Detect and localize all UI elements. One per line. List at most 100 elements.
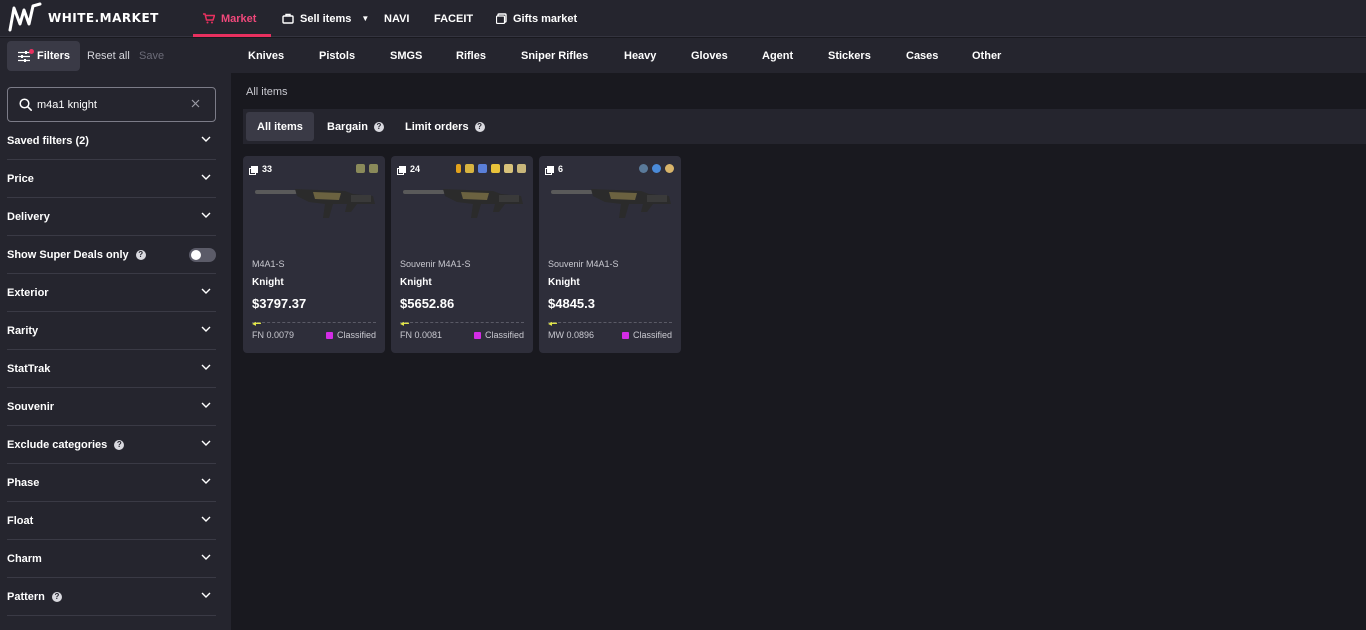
item-wear: MW 0.0896 (548, 330, 595, 340)
tab-bargain[interactable]: Bargain ? (327, 112, 384, 141)
reset-all-link[interactable]: Reset all (87, 50, 130, 62)
help-icon[interactable]: ? (373, 121, 384, 132)
filter-exterior[interactable]: Exterior (7, 274, 216, 312)
item-model: Souvenir M4A1-S (400, 259, 471, 269)
filter-phase[interactable]: Phase (7, 464, 216, 502)
listing-tabs: All items Bargain ? Limit orders ? (243, 109, 1366, 144)
filter-exclude-categories[interactable]: Exclude categories ? (7, 426, 216, 464)
nav-navi-label: NAVI (384, 12, 410, 25)
search-input[interactable] (37, 96, 187, 114)
item-price: $3797.37 (252, 296, 307, 311)
sticker-icon (504, 164, 513, 173)
category-sniper-rifles[interactable]: Sniper Rifles (521, 50, 588, 62)
filter-label: StatTrak (7, 362, 51, 375)
filter-stattrak[interactable]: StatTrak (7, 350, 216, 388)
category-stickers[interactable]: Stickers (828, 50, 871, 62)
category-rifles[interactable]: Rifles (456, 50, 486, 62)
stack-icon (547, 165, 554, 173)
category-bar: Knives Pistols SMGS Rifles Sniper Rifles… (231, 38, 1366, 73)
filter-label: Exterior (7, 286, 49, 299)
item-rarity: Classified (325, 330, 376, 340)
category-gloves[interactable]: Gloves (691, 50, 728, 62)
filter-label: Show Super Deals only (7, 248, 129, 261)
filter-label: Rarity (7, 324, 39, 337)
item-rarity: Classified (621, 330, 672, 340)
item-rarity-label: Classified (484, 330, 524, 340)
filter-souvenir[interactable]: Souvenir (7, 388, 216, 426)
item-card[interactable]: 33 M4A1-S Knight $3797.37 ◂━ FN 0.0079 C… (243, 156, 385, 353)
cart-icon (203, 13, 215, 24)
filter-saved-filters[interactable]: Saved filters (2) (7, 122, 216, 160)
chevron-down-icon (201, 478, 211, 484)
category-other[interactable]: Other (972, 50, 1001, 62)
filter-super-deals: Show Super Deals only ? (7, 236, 216, 274)
clear-search-icon[interactable] (191, 99, 200, 108)
float-marker-icon: ◂━ (252, 319, 261, 328)
sticker-list (356, 164, 378, 173)
item-card[interactable]: 6 Souvenir M4A1-S Knight $4845.3 ◂━ MW 0… (539, 156, 681, 353)
item-model: M4A1-S (252, 259, 285, 269)
filters-button-label: Filters (37, 50, 71, 62)
filter-charm[interactable]: Charm (7, 540, 216, 578)
item-count: 6 (547, 164, 563, 174)
active-filters-dot (29, 49, 34, 54)
item-count: 33 (251, 164, 272, 174)
item-rarity-label: Classified (336, 330, 376, 340)
rifle-image (255, 189, 375, 218)
filter-pattern[interactable]: Pattern ? (7, 578, 216, 616)
rifle-image (403, 189, 523, 218)
sticker-list (456, 164, 526, 173)
rarity-color-swatch (325, 331, 333, 339)
help-icon[interactable]: ? (474, 121, 485, 132)
float-marker-icon: ◂━ (400, 319, 409, 328)
item-card[interactable]: 24 Souvenir M4A1-S Knight $5652.86 ◂━ FN… (391, 156, 533, 353)
rarity-color-swatch (621, 331, 629, 339)
help-icon[interactable]: ? (114, 439, 125, 450)
filter-delivery[interactable]: Delivery (7, 198, 216, 236)
category-agent[interactable]: Agent (762, 50, 793, 62)
tab-all-items[interactable]: All items (246, 112, 314, 141)
help-icon[interactable]: ? (51, 591, 62, 602)
filters-button[interactable]: Filters (7, 41, 80, 71)
help-icon[interactable]: ? (135, 249, 146, 260)
category-knives[interactable]: Knives (248, 50, 284, 62)
breadcrumb: All items (246, 86, 288, 98)
nav-sell-items[interactable]: Sell items ▼ (282, 0, 369, 37)
active-nav-underline (193, 34, 271, 37)
float-bar (548, 322, 672, 323)
filter-label: Phase (7, 476, 40, 489)
nav-gifts-market[interactable]: Gifts market (496, 0, 577, 37)
sticker-icon (639, 164, 648, 173)
item-skin-name: Knight (548, 277, 580, 288)
filter-float[interactable]: Float (7, 502, 216, 540)
category-heavy[interactable]: Heavy (624, 50, 656, 62)
category-pistols[interactable]: Pistols (319, 50, 355, 62)
item-wear: FN 0.0081 (400, 330, 443, 340)
chevron-down-icon (201, 516, 211, 522)
category-cases[interactable]: Cases (906, 50, 938, 62)
white-market-logo-icon[interactable] (7, 2, 43, 34)
sticker-icon (665, 164, 674, 173)
super-deals-toggle[interactable] (189, 248, 216, 262)
top-navigation-bar: WHITE.MARKET Market Sell items ▼ NAVI FA… (0, 0, 1366, 37)
nav-market[interactable]: Market (193, 0, 271, 37)
item-price: $4845.3 (548, 296, 595, 311)
nav-faceit[interactable]: FACEIT (434, 0, 473, 37)
item-count-value: 33 (262, 164, 273, 174)
brand-name[interactable]: WHITE.MARKET (48, 11, 159, 25)
filter-rarity[interactable]: Rarity (7, 312, 216, 350)
sticker-list (639, 164, 674, 173)
category-smgs[interactable]: SMGS (390, 50, 422, 62)
sticker-icon (369, 164, 378, 173)
stack-icon (251, 165, 258, 173)
chevron-down-icon (201, 326, 211, 332)
save-filters-link[interactable]: Save (139, 50, 164, 62)
item-count-value: 6 (558, 164, 564, 174)
filter-price[interactable]: Price (7, 160, 216, 198)
tab-limit-orders[interactable]: Limit orders ? (405, 112, 485, 141)
nav-navi[interactable]: NAVI (384, 0, 409, 37)
filter-label: Delivery (7, 210, 50, 223)
chevron-down-icon (201, 212, 211, 218)
filter-label: Float (7, 514, 34, 527)
float-bar (252, 322, 376, 323)
